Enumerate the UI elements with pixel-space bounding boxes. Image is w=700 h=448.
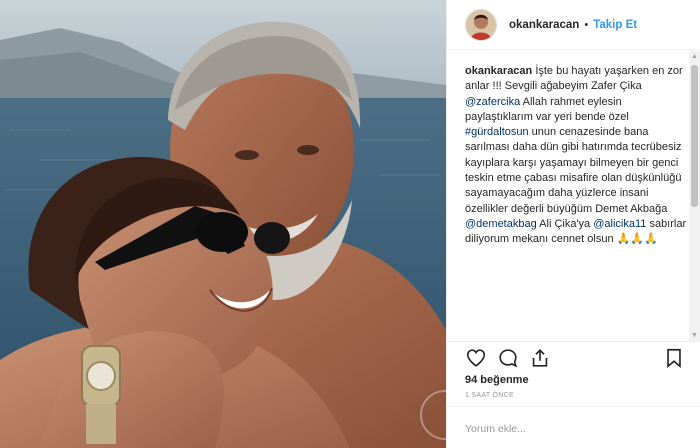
hashtag-link[interactable]: #gürdaltosun (465, 126, 529, 138)
post-actions: 94 beğenme 1 SAAT ÖNCE (447, 341, 700, 448)
comment-icon[interactable] (497, 347, 519, 369)
comment-form (447, 406, 700, 448)
post-photo-image (0, 0, 446, 448)
follow-button[interactable]: Takip Et (593, 19, 637, 31)
post-photo[interactable] (0, 0, 446, 448)
action-icons (465, 347, 561, 369)
share-icon[interactable] (529, 347, 551, 369)
bookmark-icon[interactable] (663, 347, 685, 369)
heart-icon[interactable] (465, 347, 487, 369)
caption-text: unun cenazesinde bana sarılması daha dün… (465, 126, 682, 215)
username-link[interactable]: okankaracan (509, 19, 579, 31)
avatar-image (466, 9, 496, 40)
caption-username[interactable]: okankaracan (465, 65, 532, 77)
scroll-down-arrow-icon[interactable]: ▼ (689, 330, 700, 341)
caption-text: Ali Çika'ya (536, 217, 594, 230)
comments-scrollbar[interactable]: ▲ ▼ (689, 51, 700, 341)
mention-link[interactable]: @alicika11 (593, 218, 646, 230)
comment-input[interactable] (465, 420, 665, 438)
post-caption: okankaracan İşte bu hayatı yaşarken en z… (465, 64, 691, 248)
post-header: okankaracan • Takip Et (447, 0, 700, 50)
post-sidebar: okankaracan • Takip Et okankaracan İşte … (446, 0, 700, 448)
separator-dot: • (584, 18, 589, 31)
like-count[interactable]: 94 beğenme (465, 374, 529, 386)
mention-link[interactable]: @demetakbag (465, 218, 537, 230)
scroll-up-arrow-icon[interactable]: ▲ (689, 51, 700, 62)
mention-link[interactable]: @zafercika (465, 96, 520, 108)
comments-area: okankaracan İşte bu hayatı yaşarken en z… (447, 51, 700, 341)
avatar[interactable] (465, 8, 497, 41)
post-timestamp[interactable]: 1 SAAT ÖNCE (465, 392, 514, 399)
scroll-thumb[interactable] (691, 65, 698, 207)
